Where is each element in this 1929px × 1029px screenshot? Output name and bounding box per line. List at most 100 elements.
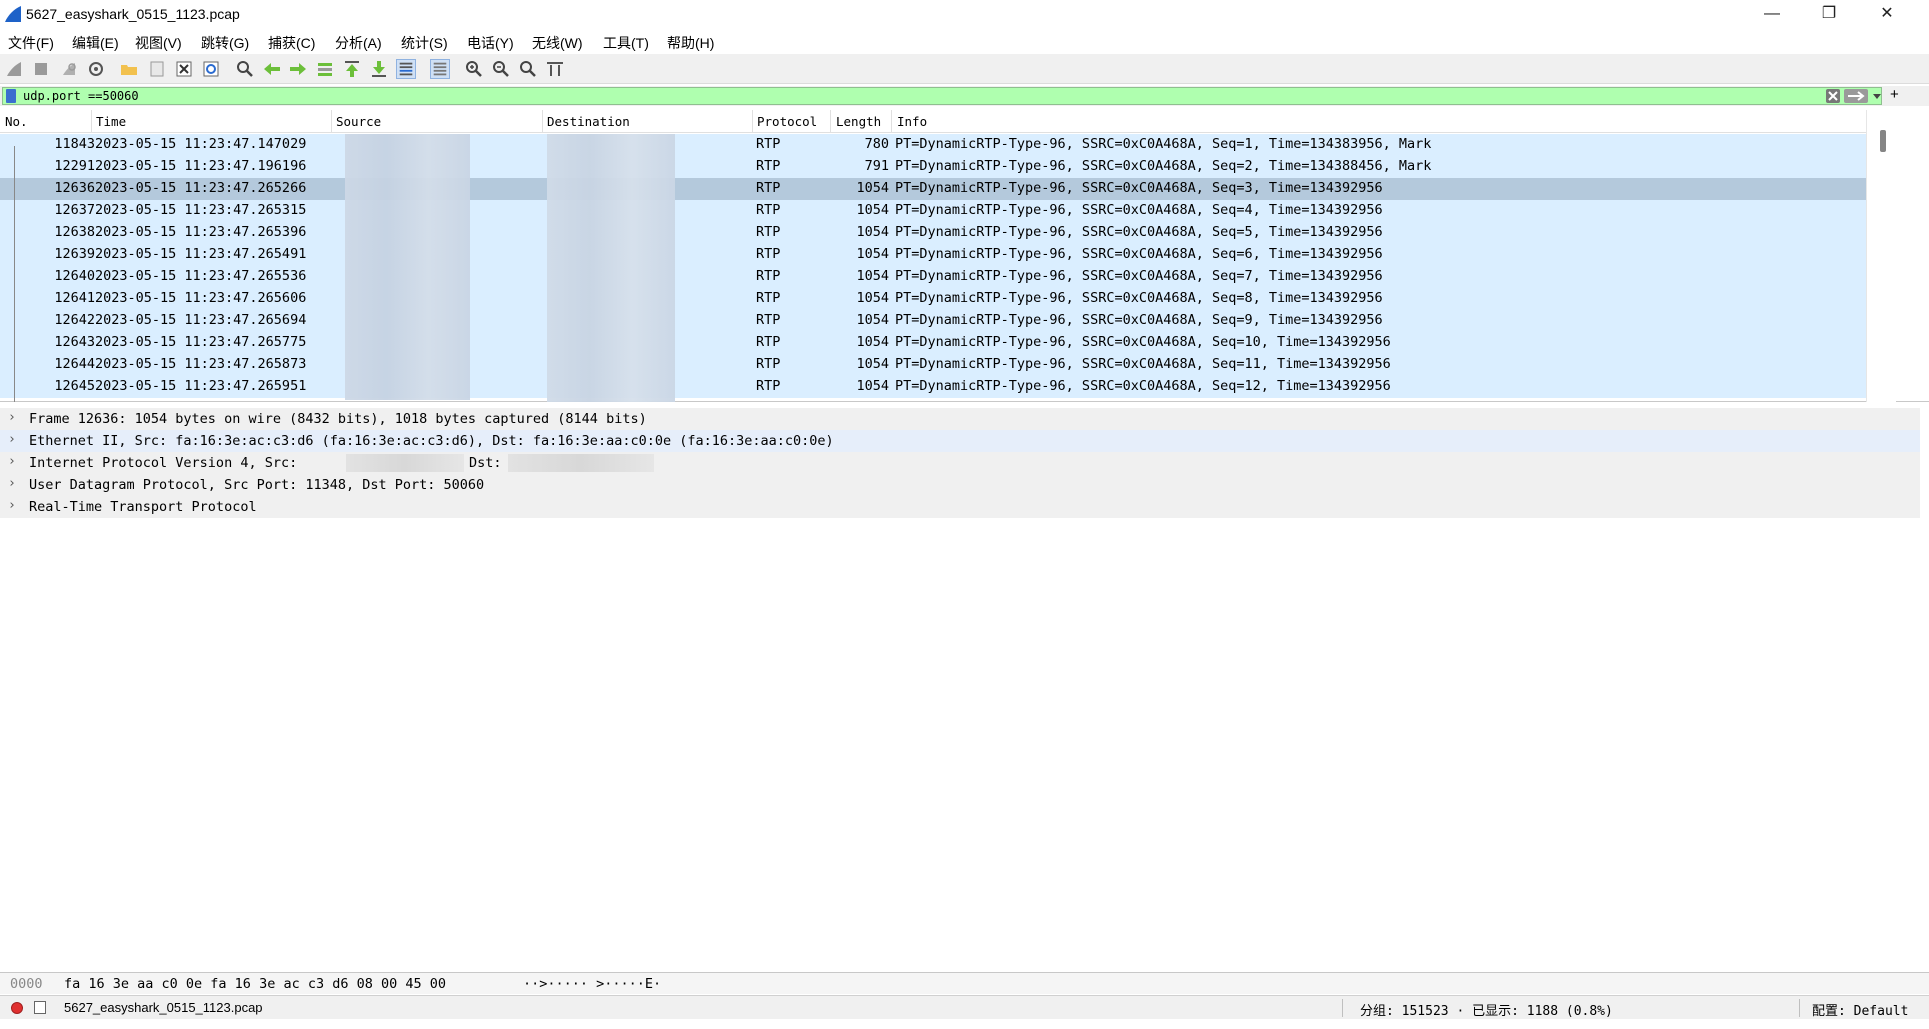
- save-file-icon[interactable]: [147, 59, 167, 79]
- col-header-destination[interactable]: Destination: [547, 114, 630, 129]
- detail-frame[interactable]: › Frame 12636: 1054 bytes on wire (8432 …: [0, 408, 1920, 430]
- menu-help[interactable]: 帮助(H): [667, 33, 714, 53]
- column-divider[interactable]: [331, 110, 332, 133]
- status-profile[interactable]: 配置: Default: [1812, 1000, 1908, 1019]
- packet-row-selected[interactable]: 12636 2023-05-15 11:23:47.265266 RTP 105…: [0, 178, 1866, 200]
- packet-row[interactable]: 12291 2023-05-15 11:23:47.196196 RTP 791…: [0, 156, 1866, 178]
- detail-udp[interactable]: › User Datagram Protocol, Src Port: 1134…: [0, 474, 1920, 496]
- menu-statistics[interactable]: 统计(S): [401, 33, 448, 53]
- menu-capture[interactable]: 捕获(C): [268, 33, 315, 53]
- go-back-icon[interactable]: [262, 59, 282, 79]
- go-last-icon[interactable]: [369, 59, 389, 79]
- detail-ethernet[interactable]: › Ethernet II, Src: fa:16:3e:ac:c3:d6 (f…: [0, 430, 1920, 452]
- menu-tools[interactable]: 工具(T): [603, 33, 649, 53]
- expand-caret-icon[interactable]: ›: [8, 454, 16, 469]
- packet-row[interactable]: 12644 2023-05-15 11:23:47.265873 RTP 105…: [0, 354, 1866, 376]
- close-button[interactable]: ✕: [1864, 0, 1910, 30]
- column-divider[interactable]: [91, 110, 92, 133]
- packet-time: 2023-05-15 11:23:47.265491: [95, 246, 307, 262]
- status-divider: [1799, 999, 1800, 1017]
- packet-length: 1054: [856, 180, 889, 196]
- packet-row[interactable]: 12639 2023-05-15 11:23:47.265491 RTP 105…: [0, 244, 1866, 266]
- colorize-icon[interactable]: [430, 59, 450, 79]
- expand-caret-icon[interactable]: ›: [8, 432, 16, 447]
- col-header-protocol[interactable]: Protocol: [757, 114, 817, 129]
- expand-caret-icon[interactable]: ›: [8, 498, 16, 513]
- menu-go[interactable]: 跳转(G): [201, 33, 249, 53]
- menu-file[interactable]: 文件(F): [8, 33, 54, 53]
- go-first-icon[interactable]: [342, 59, 362, 79]
- menu-edit[interactable]: 编辑(E): [72, 33, 119, 53]
- menu-telephony[interactable]: 电话(Y): [467, 33, 514, 53]
- packet-info: PT=DynamicRTP-Type-96, SSRC=0xC0A468A, S…: [895, 202, 1383, 218]
- window-title: 5627_easyshark_0515_1123.pcap: [26, 6, 240, 22]
- hex-bytes[interactable]: fa 16 3e aa c0 0e fa 16 3e ac c3 d6 08 0…: [64, 976, 446, 992]
- menu-wireless[interactable]: 无线(W): [532, 33, 583, 53]
- col-header-length[interactable]: Length: [836, 114, 881, 129]
- apply-filter-icon[interactable]: [1844, 89, 1868, 103]
- minimize-button[interactable]: —: [1749, 0, 1795, 30]
- col-header-no[interactable]: No.: [5, 114, 28, 129]
- menu-view[interactable]: 视图(V): [135, 33, 182, 53]
- packet-protocol: RTP: [756, 158, 781, 174]
- filter-dropdown-icon[interactable]: [1872, 91, 1882, 101]
- packet-row[interactable]: 12641 2023-05-15 11:23:47.265606 RTP 105…: [0, 288, 1866, 310]
- expand-caret-icon[interactable]: ›: [8, 410, 16, 425]
- packet-time: 2023-05-15 11:23:47.196196: [95, 158, 307, 174]
- packet-row[interactable]: 12637 2023-05-15 11:23:47.265315 RTP 105…: [0, 200, 1866, 222]
- status-divider: [1342, 999, 1343, 1017]
- capture-options-icon[interactable]: [86, 59, 106, 79]
- redacted-ip-dst: [508, 454, 654, 472]
- close-file-icon[interactable]: [174, 59, 194, 79]
- column-divider[interactable]: [891, 110, 892, 133]
- scrollbar-thumb[interactable]: [1880, 130, 1886, 152]
- col-header-source[interactable]: Source: [336, 114, 381, 129]
- packet-no: 12645: [54, 378, 95, 394]
- stop-icon[interactable]: [31, 59, 51, 79]
- expand-caret-icon[interactable]: ›: [8, 476, 16, 491]
- find-icon[interactable]: [235, 59, 255, 79]
- zoom-out-icon[interactable]: [491, 59, 511, 79]
- maximize-button[interactable]: ❐: [1806, 0, 1852, 30]
- detail-rtp[interactable]: › Real-Time Transport Protocol: [0, 496, 1920, 518]
- restart-icon[interactable]: [59, 59, 79, 79]
- expert-info-icon[interactable]: [11, 1002, 23, 1014]
- zoom-in-icon[interactable]: [464, 59, 484, 79]
- column-divider[interactable]: [542, 110, 543, 133]
- packet-length: 791: [864, 158, 889, 174]
- packet-list-scrollbar[interactable]: [1866, 110, 1896, 402]
- open-file-icon[interactable]: [119, 59, 139, 79]
- packet-row[interactable]: 11843 2023-05-15 11:23:47.147029 RTP 780…: [0, 134, 1866, 156]
- capture-comment-icon[interactable]: [34, 1001, 46, 1014]
- col-header-info[interactable]: Info: [897, 114, 927, 129]
- add-filter-button[interactable]: +: [1890, 86, 1899, 103]
- zoom-normal-icon[interactable]: [518, 59, 538, 79]
- packet-row[interactable]: 12645 2023-05-15 11:23:47.265951 RTP 105…: [0, 376, 1866, 398]
- packet-row[interactable]: 12643 2023-05-15 11:23:47.265775 RTP 105…: [0, 332, 1866, 354]
- menu-analyze[interactable]: 分析(A): [335, 33, 382, 53]
- packet-row[interactable]: 12640 2023-05-15 11:23:47.265536 RTP 105…: [0, 266, 1866, 288]
- go-forward-icon[interactable]: [288, 59, 308, 79]
- packet-no: 12636: [54, 180, 95, 196]
- bookmark-icon[interactable]: [6, 89, 16, 103]
- packet-row[interactable]: 12642 2023-05-15 11:23:47.265694 RTP 105…: [0, 310, 1866, 332]
- packet-info: PT=DynamicRTP-Type-96, SSRC=0xC0A468A, S…: [895, 224, 1383, 240]
- autoscroll-icon[interactable]: [396, 59, 416, 79]
- packet-time: 2023-05-15 11:23:47.265873: [95, 356, 307, 372]
- display-filter-input[interactable]: udp.port ==50060: [2, 87, 1882, 105]
- packet-protocol: RTP: [756, 290, 781, 306]
- resize-columns-icon[interactable]: [545, 59, 565, 79]
- col-header-time[interactable]: Time: [96, 114, 126, 129]
- reload-icon[interactable]: [201, 59, 221, 79]
- column-divider[interactable]: [752, 110, 753, 133]
- detail-ipv4[interactable]: › Internet Protocol Version 4, Src: Dst:: [0, 452, 1920, 474]
- hex-ascii[interactable]: ··>····· >·····E·: [523, 976, 661, 992]
- packet-row[interactable]: 12638 2023-05-15 11:23:47.265396 RTP 105…: [0, 222, 1866, 244]
- shark-fin-start-icon[interactable]: [4, 59, 24, 79]
- column-divider[interactable]: [830, 110, 831, 133]
- packet-bytes-pane[interactable]: 0000 fa 16 3e aa c0 0e fa 16 3e ac c3 d6…: [0, 972, 1929, 994]
- clear-filter-icon[interactable]: [1826, 89, 1840, 103]
- packet-protocol: RTP: [756, 202, 781, 218]
- packet-no: 12644: [54, 356, 95, 372]
- go-to-packet-icon[interactable]: [315, 59, 335, 79]
